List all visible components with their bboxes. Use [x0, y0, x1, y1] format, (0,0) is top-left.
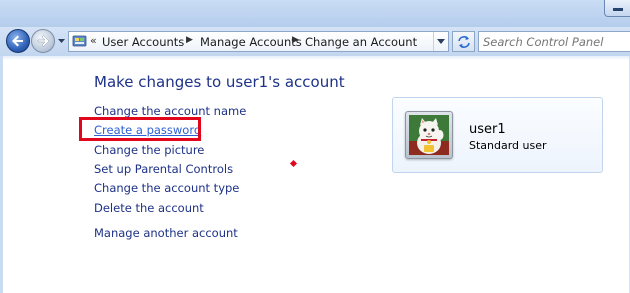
breadcrumb-manage-accounts[interactable]: Manage Accounts: [200, 35, 302, 49]
chevron-down-icon: [437, 39, 445, 44]
lucky-cat-icon: [409, 115, 449, 155]
breadcrumb-user-accounts[interactable]: User Accounts: [102, 35, 184, 49]
minimize-button[interactable]: [604, 0, 630, 17]
change-account-name-link[interactable]: Change the account name: [94, 104, 246, 118]
user-account-card: user1 Standard user: [392, 97, 603, 173]
control-panel-icon: [72, 35, 87, 47]
page-title: Make changes to user1's account: [94, 73, 345, 91]
highlight-annotation-box: [79, 117, 201, 141]
user-account-type: Standard user: [469, 139, 547, 152]
content-top-shadow: [0, 56, 630, 60]
address-bar[interactable]: « User Accounts ▶ Manage Accounts ▶ Chan…: [68, 31, 449, 52]
forward-arrow-icon: [37, 35, 50, 47]
avatar: [405, 111, 453, 159]
refresh-icon: [458, 36, 470, 48]
window-left-border: [0, 56, 3, 293]
minimize-icon: [613, 8, 623, 11]
recent-pages-dropdown-icon[interactable]: [57, 36, 66, 46]
change-picture-link[interactable]: Change the picture: [94, 143, 204, 157]
refresh-button[interactable]: [452, 31, 475, 52]
search-input[interactable]: [483, 33, 623, 50]
search-box[interactable]: [478, 31, 630, 52]
title-bar: [0, 0, 630, 27]
manage-another-account-link[interactable]: Manage another account: [94, 226, 238, 240]
parental-controls-link[interactable]: Set up Parental Controls: [94, 162, 233, 176]
breadcrumb-change-an-account[interactable]: Change an Account: [305, 35, 417, 49]
change-account-type-link[interactable]: Change the account type: [94, 181, 239, 195]
back-button[interactable]: [6, 29, 30, 53]
annotation-dot: [289, 159, 298, 168]
back-arrow-icon: [12, 35, 23, 47]
forward-button[interactable]: [31, 29, 55, 53]
delete-account-link[interactable]: Delete the account: [94, 201, 204, 215]
breadcrumb-separator-icon[interactable]: ▶: [186, 35, 193, 45]
user-name: user1: [469, 122, 506, 137]
breadcrumb-separator-icon[interactable]: ▶: [292, 35, 299, 45]
address-history-dropdown[interactable]: [433, 32, 448, 51]
address-overflow-chevron[interactable]: «: [90, 34, 97, 47]
navigation-bar: « User Accounts ▶ Manage Accounts ▶ Chan…: [0, 27, 630, 57]
